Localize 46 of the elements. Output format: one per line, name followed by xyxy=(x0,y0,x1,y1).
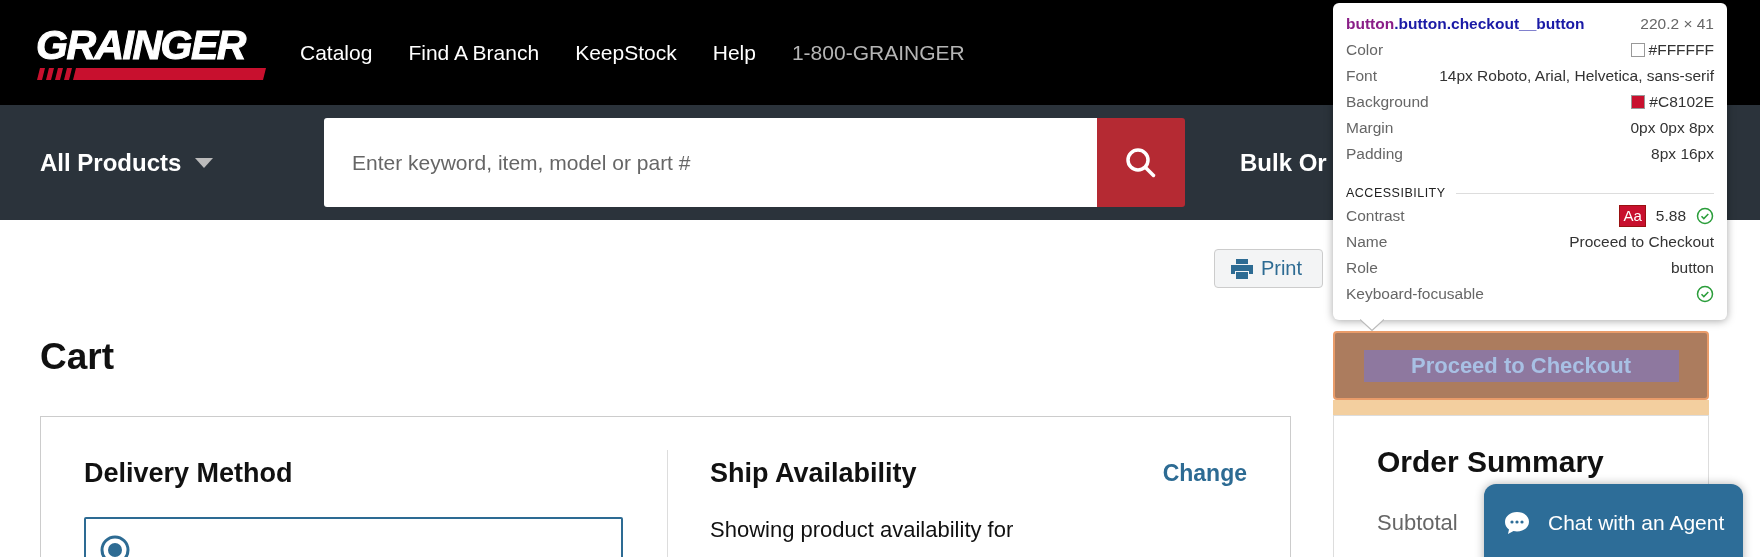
row-label: Keyboard-focusable xyxy=(1346,285,1484,303)
search-icon xyxy=(1125,146,1157,179)
bulk-order-link[interactable]: Bulk Or xyxy=(1240,148,1327,177)
chat-button[interactable]: Chat with an Agent xyxy=(1484,484,1743,557)
nav-link[interactable]: Find A Branch xyxy=(408,40,540,65)
row-value: Proceed to Checkout xyxy=(1569,233,1714,251)
section-title: Delivery Method xyxy=(84,457,294,490)
summary-title: Order Summary xyxy=(1377,444,1605,480)
row-value: 0px 0px 8px xyxy=(1630,119,1714,137)
section-heading: ACCESSIBILITY xyxy=(1346,186,1446,200)
element-selector: button.button.checkout__button xyxy=(1346,15,1585,33)
row-label: Background xyxy=(1346,93,1429,111)
contrast-sample: Aa xyxy=(1619,205,1646,227)
row-value: 14px Roboto, Arial, Helvetica, sans-serif xyxy=(1439,67,1714,85)
row-value: button xyxy=(1670,259,1714,277)
row-value: #FFFFFF xyxy=(1648,41,1714,59)
row-value: 8px 16px xyxy=(1651,145,1714,163)
chat-bubble-icon xyxy=(1504,511,1530,535)
stripe-icon xyxy=(36,68,266,80)
row-label: Color xyxy=(1346,41,1384,59)
row-label: Margin xyxy=(1346,119,1394,137)
print-button[interactable]: Print xyxy=(1213,249,1323,288)
element-size: 220.2 × 41 xyxy=(1640,15,1714,33)
search-button[interactable] xyxy=(1097,118,1185,207)
phone-link[interactable]: 1-800-GRAINGER xyxy=(791,40,965,65)
availability-text: Showing product availability for xyxy=(710,516,1015,544)
caret-icon xyxy=(195,157,214,168)
row-label: Font xyxy=(1346,67,1377,85)
row-label: Contrast xyxy=(1346,207,1405,225)
row-value: 5.88 xyxy=(1655,207,1686,225)
category-dropdown[interactable]: All Products xyxy=(40,148,324,177)
page-title: Cart xyxy=(40,336,116,378)
subtotal-label: Subtotal xyxy=(1377,510,1458,536)
printer-icon xyxy=(1230,258,1253,279)
row-value: #C8102E xyxy=(1649,93,1714,111)
radio-button[interactable] xyxy=(100,535,130,557)
search-field[interactable]: Enter keyword, item, model or part # xyxy=(324,118,1097,207)
row-label: Role xyxy=(1346,259,1378,277)
change-link[interactable]: Change xyxy=(1162,459,1247,487)
section-title: Ship Availability xyxy=(710,457,917,490)
nav-link[interactable]: KeepStock xyxy=(575,40,677,65)
brand-logo[interactable]: GRAINGER xyxy=(36,25,266,66)
row-label: Name xyxy=(1346,233,1388,251)
row-label: Padding xyxy=(1346,145,1403,163)
nav-link[interactable]: Catalog xyxy=(300,40,373,65)
nav-link[interactable]: Help xyxy=(712,40,756,65)
